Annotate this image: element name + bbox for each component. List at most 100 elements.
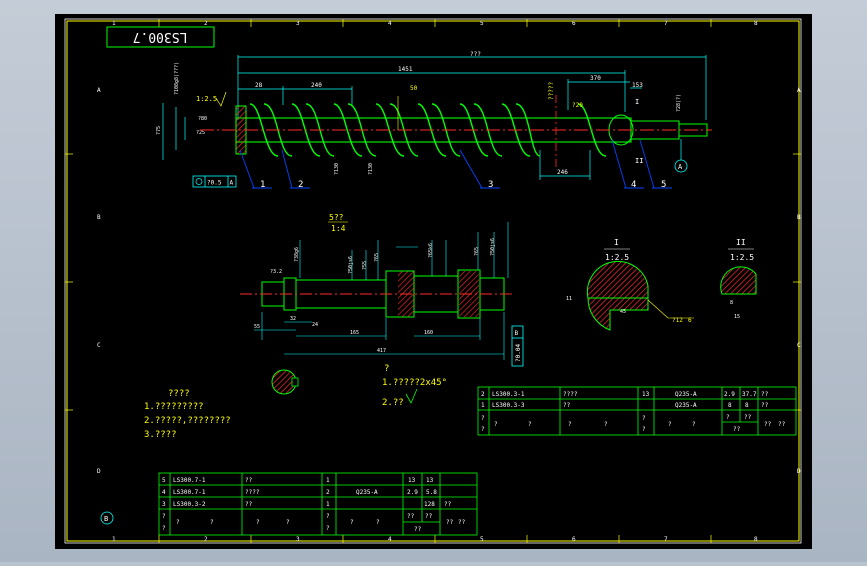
zone-col-2-bottom: 2 [204, 536, 208, 543]
sheet-background [55, 14, 812, 549]
rt-r2-no: 1 [481, 402, 485, 409]
dim-28: 28 [255, 82, 263, 89]
zone-row-a-right: A [797, 87, 801, 94]
lt-h-code-a: ? [176, 519, 180, 526]
drawing-number: LS300.7 [133, 29, 188, 44]
lt-h-mat-b: ? [376, 519, 380, 526]
rt-r1-note: ?? [761, 391, 769, 398]
balloon-2: 2 [298, 180, 303, 190]
zone-row-a-left: A [97, 87, 101, 94]
rt-h-weight: ?? [733, 426, 741, 433]
rt-r1-mat: Q235-A [675, 391, 697, 398]
rt-r2-total: 8 [745, 402, 749, 409]
dim-370: 370 [590, 75, 601, 82]
detail-2-dim-2: 15 [734, 314, 740, 320]
lt-r3-no: 3 [162, 501, 166, 508]
runout-value: ?0.04 [515, 344, 522, 362]
shaft-scale-note: 5?? [329, 213, 344, 222]
lt-h-no-2: ? [162, 525, 166, 532]
zone-col-4-bottom: 4 [388, 536, 392, 543]
main-weld-dim-2: ?20 [572, 102, 583, 109]
rt-r2-name: ?? [563, 402, 571, 409]
lt-r3-code: LS300.3-2 [173, 501, 206, 508]
dim-shaft-end: ?28(?) [676, 94, 682, 112]
lt-r2-name: ???? [245, 489, 260, 496]
zone-col-1-top: 1 [112, 20, 116, 27]
lt-h-note-a: ?? [446, 519, 454, 526]
roughness-left-value: 1:2.5 [196, 95, 217, 103]
rt-h-note-b: ?? [778, 421, 786, 428]
zone-col-7-top: 7 [664, 20, 668, 27]
shaft-dim-top-2: ?50js6 [348, 256, 354, 274]
section-mark-2: II [635, 157, 643, 165]
lt-h-code-b: ? [210, 519, 214, 526]
shaft-dim-top-3: ?55 [362, 261, 368, 270]
rt-r1-name: ???? [563, 391, 578, 398]
shaft-note-1: 1.?????2x45° [382, 378, 447, 388]
main-weld-dim: 50 [410, 85, 418, 92]
lt-r1-unit: 13 [408, 477, 416, 484]
dim-246: 246 [557, 169, 568, 176]
lt-r1-total: 13 [426, 477, 434, 484]
rt-r1-qty: 13 [642, 391, 650, 398]
zone-row-b-right: B [797, 214, 801, 221]
lt-r2-no: 4 [162, 489, 166, 496]
drawing-sheet: 1 2 3 4 5 6 7 8 1 2 3 4 5 6 7 8 A B C D … [55, 14, 812, 549]
shaft-dim-32: 32 [290, 316, 296, 322]
shaft-dim-24: 24 [312, 322, 318, 328]
tech-notes-title: ???? [168, 389, 190, 399]
zone-row-c-left: C [97, 342, 101, 349]
dim-side-3: ?80 [198, 116, 207, 122]
rt-h-unit: ? [726, 414, 730, 421]
shaft-dim-top-7: ?50js6 [490, 238, 496, 256]
lt-h-mat-a: ? [350, 519, 354, 526]
dim-helix-2: ?130 [368, 163, 374, 175]
tech-note-2: 2.?????,???????? [144, 416, 231, 426]
rt-h-qty: ? [642, 415, 646, 422]
dim-153: 153 [632, 82, 643, 89]
lt-r3-name: ?? [245, 501, 253, 508]
main-note-tag: ????? [548, 82, 555, 100]
shaft-dim-165: 165 [350, 330, 359, 336]
rt-r2-note: ?? [761, 402, 769, 409]
detail-1-dim-2: 45 [620, 309, 626, 315]
balloon-1: 1 [260, 180, 265, 190]
lt-r3-total: 128 [424, 501, 435, 508]
rt-h-note-a: ?? [764, 421, 772, 428]
rt-r2-mat: Q235-A [675, 402, 697, 409]
zone-col-6-top: 6 [572, 20, 576, 27]
zone-row-c-right: C [797, 342, 801, 349]
geo-tol-value: ?0.5 [207, 180, 222, 187]
rt-h-qty-2: ? [642, 426, 646, 433]
zone-col-2-top: 2 [204, 20, 208, 27]
zone-row-d-left: D [97, 468, 101, 475]
shaft-dim-417: 417 [377, 348, 386, 354]
lt-r2-code: LS300.7-1 [173, 489, 206, 496]
lt-r2-mat: Q235-A [356, 489, 378, 496]
cad-viewport: 1 2 3 4 5 6 7 8 1 2 3 4 5 6 7 8 A B C D … [0, 0, 867, 562]
zone-col-1-bottom: 1 [112, 536, 116, 543]
rt-r1-total: 37.7 [742, 391, 757, 398]
lt-r2-unit: 2.9 [407, 489, 418, 496]
lt-h-unit: ?? [407, 513, 415, 520]
lt-r2-qty: 2 [326, 489, 330, 496]
rt-h-no: ? [481, 415, 485, 422]
detail-2-dim-1: 8 [730, 300, 733, 306]
lt-r1-qty: 1 [326, 477, 330, 484]
rt-r2-unit: 8 [728, 402, 732, 409]
dim-side-4: ?25 [196, 130, 205, 136]
shaft-note-2: 2.?? [382, 398, 404, 408]
rt-h-mat-a: ? [668, 421, 672, 428]
lt-h-weight: ?? [414, 526, 422, 533]
shaft-dim-top-5: ?65k6 [428, 243, 434, 258]
balloon-5: 5 [661, 180, 666, 190]
shaft-dim-top-6: ?65 [474, 247, 480, 256]
balloon-3: 3 [488, 180, 493, 190]
zone-col-5-bottom: 5 [480, 536, 484, 543]
rt-h-code-a: ? [494, 421, 498, 428]
zone-row-d-right: D [797, 468, 801, 475]
rt-h-total: ?? [744, 414, 752, 421]
lt-h-qty: ? [326, 513, 330, 520]
dim-1451: 1451 [398, 66, 413, 73]
tech-note-3: 3.???? [144, 430, 177, 440]
